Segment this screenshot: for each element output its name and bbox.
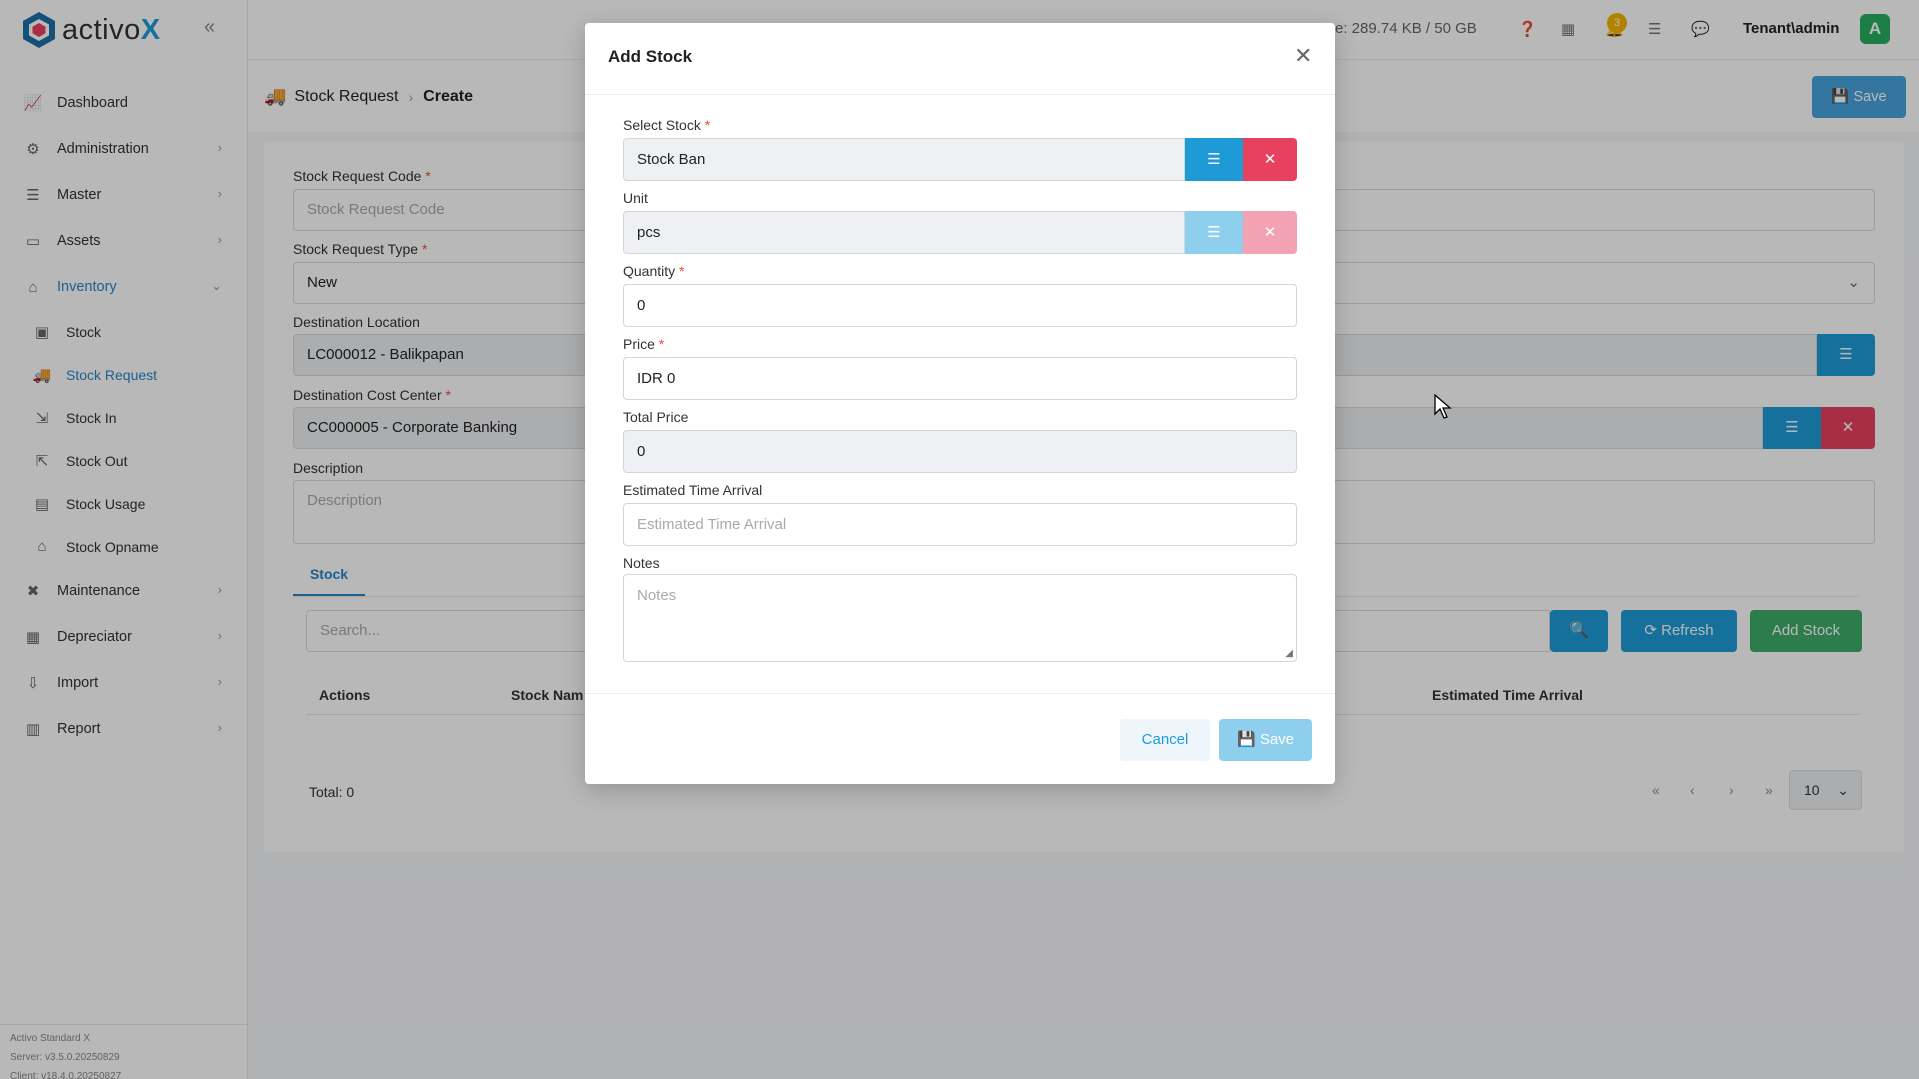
eta-label: Estimated Time Arrival <box>623 482 763 498</box>
unit-clear-button[interactable]: ✕ <box>1243 211 1297 254</box>
price-label: Price * <box>623 336 665 352</box>
resize-handle-icon[interactable]: ◢ <box>1285 648 1293 659</box>
quantity-input[interactable]: 0 <box>623 284 1297 327</box>
notes-label: Notes <box>623 555 660 571</box>
cancel-button[interactable]: Cancel <box>1120 719 1210 761</box>
unit-label: Unit <box>623 190 648 206</box>
close-icon: ✕ <box>1263 151 1277 168</box>
select-stock-input[interactable]: Stock Ban <box>623 138 1185 181</box>
eta-input[interactable]: Estimated Time Arrival <box>623 503 1297 546</box>
select-stock-label: Select Stock * <box>623 117 711 133</box>
list-icon: ☰ <box>1207 224 1221 241</box>
list-icon: ☰ <box>1207 151 1221 168</box>
modal-header: Add Stock ✕ <box>585 23 1335 95</box>
close-icon: ✕ <box>1263 224 1277 241</box>
modal-footer-divider <box>585 693 1335 694</box>
close-icon[interactable]: ✕ <box>1294 45 1312 67</box>
select-stock-clear-button[interactable]: ✕ <box>1243 138 1297 181</box>
total-price-input: 0 <box>623 430 1297 473</box>
modal-title: Add Stock <box>608 47 693 66</box>
select-stock-list-button[interactable]: ☰ <box>1185 138 1243 181</box>
add-stock-modal: Add Stock ✕ Select Stock * Stock Ban ☰ ✕… <box>585 23 1335 784</box>
notes-textarea[interactable]: Notes ◢ <box>623 574 1297 662</box>
quantity-label: Quantity * <box>623 263 685 279</box>
price-input[interactable]: IDR 0 <box>623 357 1297 400</box>
total-price-label: Total Price <box>623 409 689 425</box>
unit-input[interactable]: pcs <box>623 211 1185 254</box>
unit-list-button[interactable]: ☰ <box>1185 211 1243 254</box>
save-button[interactable]: 💾 Save <box>1219 719 1312 761</box>
mouse-cursor-icon <box>1434 394 1452 419</box>
save-icon: 💾 <box>1236 731 1256 748</box>
